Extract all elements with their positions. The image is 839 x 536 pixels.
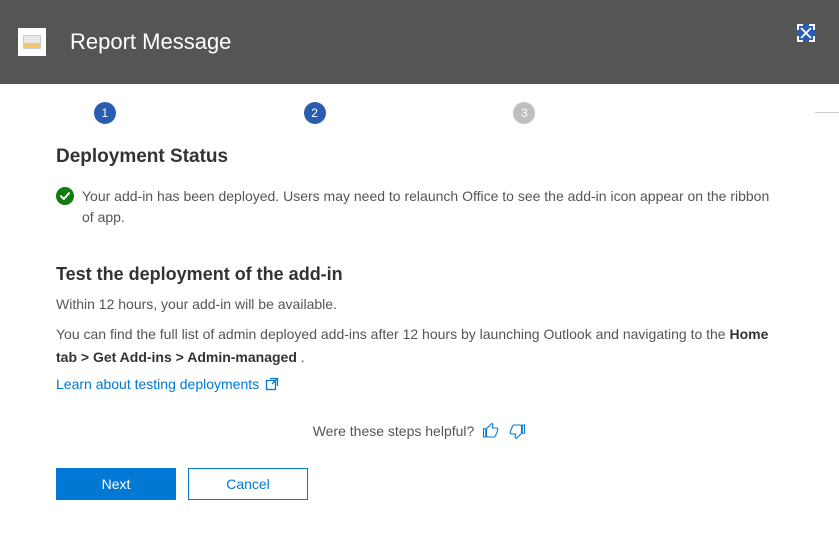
- feedback-text: Were these steps helpful?: [313, 423, 475, 439]
- test-deployment-heading: Test the deployment of the add-in: [56, 264, 783, 285]
- test-availability-text: Within 12 hours, your add-in will be ava…: [56, 293, 783, 315]
- deployment-status-heading: Deployment Status: [56, 146, 783, 168]
- feedback-prompt: Were these steps helpful?: [56, 422, 783, 440]
- thumbs-up-button[interactable]: [482, 422, 500, 440]
- step-indicator: 1 2 3: [0, 84, 839, 146]
- dialog-content: Deployment Status Your add-in has been d…: [0, 146, 839, 440]
- thumbs-down-icon: [508, 422, 526, 440]
- close-icon: [800, 27, 812, 39]
- nav-text-pre: You can find the full list of admin depl…: [56, 326, 729, 342]
- success-check-icon: [56, 187, 74, 211]
- divider-mark: [815, 112, 839, 113]
- cancel-button[interactable]: Cancel: [188, 468, 308, 500]
- nav-text-post: .: [297, 349, 305, 365]
- dialog-title: Report Message: [70, 29, 231, 55]
- external-link-icon: [265, 377, 279, 391]
- test-navigation-text: You can find the full list of admin depl…: [56, 323, 783, 368]
- step-2: 2: [304, 102, 326, 124]
- learn-testing-link-text: Learn about testing deployments: [56, 376, 259, 392]
- thumbs-up-icon: [482, 422, 500, 440]
- thumbs-down-button[interactable]: [508, 422, 526, 440]
- close-button[interactable]: [797, 24, 815, 42]
- step-1: 1: [94, 102, 116, 124]
- next-button[interactable]: Next: [56, 468, 176, 500]
- step-3: 3: [513, 102, 535, 124]
- learn-testing-link[interactable]: Learn about testing deployments: [56, 376, 279, 392]
- status-text: Your add-in has been deployed. Users may…: [82, 186, 783, 228]
- status-message: Your add-in has been deployed. Users may…: [56, 186, 783, 228]
- dialog-footer: Next Cancel: [56, 468, 308, 500]
- dialog-header: Report Message: [0, 0, 839, 84]
- app-icon: [18, 28, 46, 56]
